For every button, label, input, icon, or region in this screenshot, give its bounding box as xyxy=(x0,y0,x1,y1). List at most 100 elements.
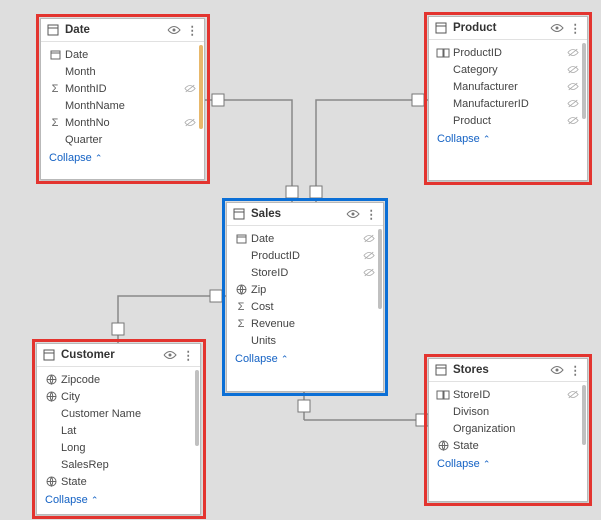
field-row[interactable]: Customer Name xyxy=(39,405,198,422)
hidden-icon[interactable] xyxy=(565,99,581,108)
visibility-icon[interactable] xyxy=(163,350,177,360)
chevron-up-icon: ⌃ xyxy=(95,153,103,164)
field-row[interactable]: StoreID xyxy=(229,264,381,281)
field-row[interactable]: Organization xyxy=(431,420,585,437)
field-row[interactable]: ΣMonthNo xyxy=(43,114,202,131)
field-row[interactable]: StoreID xyxy=(431,386,585,403)
collapse-link[interactable]: Collapse⌃ xyxy=(41,148,204,170)
card-header: Stores ⋮ xyxy=(429,359,587,382)
field-label: Manufacturer xyxy=(451,81,565,93)
field-label: Zipcode xyxy=(59,374,178,386)
field-label: Date xyxy=(63,49,182,61)
field-list: StoreID Divison Organization State xyxy=(429,382,587,454)
hidden-icon[interactable] xyxy=(361,268,377,277)
collapse-link[interactable]: Collapse⌃ xyxy=(429,129,587,151)
collapse-link[interactable]: Collapse⌃ xyxy=(37,490,200,512)
visibility-icon[interactable] xyxy=(550,23,564,33)
field-label: Quarter xyxy=(63,134,182,146)
field-label: Date xyxy=(249,233,361,245)
field-row[interactable]: ΣRevenue xyxy=(229,315,381,332)
table-card-date[interactable]: Date ⋮ Date Month ΣMonthID MonthName ΣMo… xyxy=(40,18,205,180)
hidden-icon[interactable] xyxy=(565,65,581,74)
more-icon[interactable]: ⋮ xyxy=(570,363,582,377)
collapse-link[interactable]: Collapse⌃ xyxy=(227,349,383,371)
field-row[interactable]: SalesRep xyxy=(39,456,198,473)
hidden-icon[interactable] xyxy=(565,82,581,91)
more-icon[interactable]: ⋮ xyxy=(187,23,199,37)
chevron-up-icon: ⌃ xyxy=(91,495,99,506)
more-icon[interactable]: ⋮ xyxy=(183,348,195,362)
visibility-icon[interactable] xyxy=(167,25,181,35)
chevron-up-icon: ⌃ xyxy=(281,354,289,365)
field-row[interactable]: MonthName xyxy=(43,97,202,114)
scrollbar[interactable] xyxy=(582,43,586,119)
card-header: Customer ⋮ xyxy=(37,344,200,367)
field-label: City xyxy=(59,391,178,403)
field-label: Revenue xyxy=(249,318,361,330)
hidden-icon[interactable] xyxy=(565,390,581,399)
field-row[interactable]: State xyxy=(39,473,198,490)
field-row[interactable]: ΣMonthID xyxy=(43,80,202,97)
field-label: Lat xyxy=(59,425,178,437)
field-label: Product xyxy=(451,115,565,127)
field-row[interactable]: Manufacturer xyxy=(431,78,585,95)
card-header: Sales ⋮ xyxy=(227,203,383,226)
field-row[interactable]: Date xyxy=(229,230,381,247)
sigma-icon: Σ xyxy=(47,83,63,95)
field-row[interactable]: ΣCost xyxy=(229,298,381,315)
table-icon xyxy=(233,208,245,220)
field-list: Date ProductID StoreID Zip ΣCost ΣRevenu… xyxy=(227,226,383,349)
visibility-icon[interactable] xyxy=(346,209,360,219)
table-card-customer[interactable]: Customer ⋮ Zipcode City Customer Name La… xyxy=(36,343,201,515)
field-label: ProductID xyxy=(249,250,361,262)
hidden-icon[interactable] xyxy=(361,251,377,260)
field-row[interactable]: ManufacturerID xyxy=(431,95,585,112)
field-row[interactable]: Month xyxy=(43,63,202,80)
table-card-stores[interactable]: Stores ⋮ StoreID Divison Organization St… xyxy=(428,358,588,502)
calendar-icon xyxy=(233,233,249,244)
scrollbar[interactable] xyxy=(195,370,199,446)
table-icon xyxy=(435,22,447,34)
collapse-link[interactable]: Collapse⌃ xyxy=(429,454,587,476)
table-card-sales[interactable]: Sales ⋮ Date ProductID StoreID Zip ΣCost… xyxy=(226,202,384,392)
field-row[interactable]: Lat xyxy=(39,422,198,439)
card-header: Product ⋮ xyxy=(429,17,587,40)
field-row[interactable]: Zipcode xyxy=(39,371,198,388)
field-label: ManufacturerID xyxy=(451,98,565,110)
field-label: Zip xyxy=(249,284,361,296)
card-header: Date ⋮ xyxy=(41,19,204,42)
field-label: MonthName xyxy=(63,100,182,112)
globe-icon xyxy=(43,391,59,402)
scrollbar[interactable] xyxy=(378,229,382,309)
field-label: Category xyxy=(451,64,565,76)
field-list: ProductID Category Manufacturer Manufact… xyxy=(429,40,587,129)
field-row[interactable]: Zip xyxy=(229,281,381,298)
field-label: MonthNo xyxy=(63,117,182,129)
field-row[interactable]: Units xyxy=(229,332,381,349)
more-icon[interactable]: ⋮ xyxy=(366,207,378,221)
field-label: ProductID xyxy=(451,47,565,59)
hidden-icon[interactable] xyxy=(182,84,198,93)
hidden-icon[interactable] xyxy=(361,234,377,243)
field-row[interactable]: State xyxy=(431,437,585,454)
field-row[interactable]: Category xyxy=(431,61,585,78)
sigma-icon: Σ xyxy=(233,318,249,330)
field-row[interactable]: Long xyxy=(39,439,198,456)
table-card-product[interactable]: Product ⋮ ProductID Category Manufacture… xyxy=(428,16,588,181)
scrollbar[interactable] xyxy=(199,45,203,129)
field-row[interactable]: City xyxy=(39,388,198,405)
hidden-icon[interactable] xyxy=(182,118,198,127)
field-row[interactable]: ProductID xyxy=(229,247,381,264)
field-row[interactable]: Date xyxy=(43,46,202,63)
field-row[interactable]: Product xyxy=(431,112,585,129)
card-title: Customer xyxy=(61,349,157,361)
sigma-icon: Σ xyxy=(47,117,63,129)
hidden-icon[interactable] xyxy=(565,48,581,57)
hidden-icon[interactable] xyxy=(565,116,581,125)
field-row[interactable]: Quarter xyxy=(43,131,202,148)
more-icon[interactable]: ⋮ xyxy=(570,21,582,35)
visibility-icon[interactable] xyxy=(550,365,564,375)
field-row[interactable]: Divison xyxy=(431,403,585,420)
field-row[interactable]: ProductID xyxy=(431,44,585,61)
scrollbar[interactable] xyxy=(582,385,586,445)
